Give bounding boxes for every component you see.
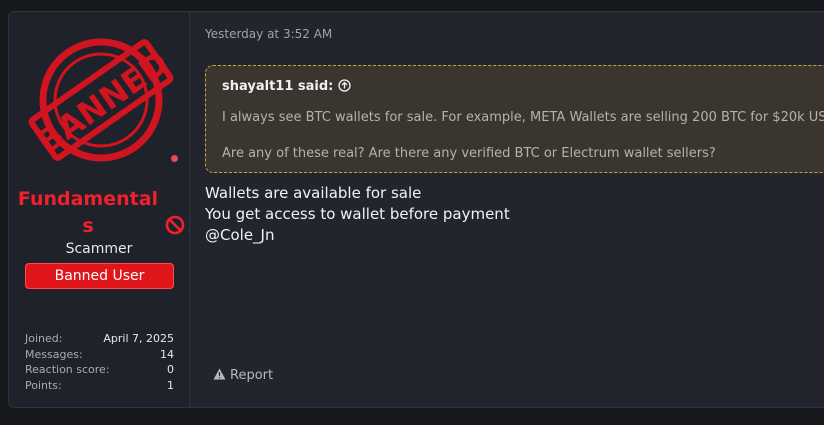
user-banner: Banned User — [25, 263, 174, 289]
stat-value[interactable]: 1 — [167, 378, 174, 394]
post-body-line: You get access to wallet before payment — [205, 205, 510, 223]
username-text: Fundamentals — [17, 188, 159, 237]
user-stats: Joined: April 7, 2025 Messages: 14 React… — [25, 331, 174, 393]
user-title: Scammer — [65, 241, 133, 257]
forum-post: BANNED Fundamentals Scammer Banned User … — [8, 11, 824, 408]
banned-stamp-icon: BANNED — [28, 38, 176, 162]
post-body-line: Wallets are available for sale — [205, 184, 422, 202]
stat-label: Points: — [25, 378, 62, 392]
stat-row-messages: Messages: 14 — [25, 347, 174, 363]
stat-label: Reaction score: — [25, 363, 110, 376]
stat-label: Joined: — [25, 332, 63, 345]
avatar-stamp-text: BANNED — [30, 44, 175, 162]
user-sidebar: BANNED Fundamentals Scammer Banned User … — [9, 12, 190, 407]
quote-header[interactable]: shayalt11 said: — [222, 79, 352, 96]
quote-author: shayalt11 said: — [222, 79, 334, 94]
quote-text-line: Are any of these real? Are there any ver… — [222, 146, 716, 161]
warning-icon — [213, 368, 226, 384]
avatar[interactable]: BANNED — [25, 26, 176, 176]
stat-row-points: Points: 1 — [25, 378, 174, 394]
stat-row-reaction-score: Reaction score: 0 — [25, 362, 174, 378]
ban-icon — [165, 215, 185, 243]
report-button[interactable]: Report — [213, 368, 273, 384]
online-status-dot — [171, 155, 178, 162]
mention-link[interactable]: @Cole_Jn — [205, 225, 510, 246]
stat-row-joined: Joined: April 7, 2025 — [25, 331, 174, 347]
post-content: Yesterday at 3:52 AM shayalt11 said: I a… — [205, 12, 824, 407]
report-label: Report — [230, 368, 274, 383]
username[interactable]: Fundamentals — [9, 186, 189, 243]
stat-value: 0 — [167, 363, 174, 376]
quote-block: shayalt11 said: I always see BTC wallets… — [205, 65, 824, 173]
stat-value: April 7, 2025 — [103, 332, 174, 345]
quote-text-line: I always see BTC wallets for sale. For e… — [222, 110, 824, 125]
arrow-up-circle-icon[interactable] — [338, 79, 352, 96]
post-body: Wallets are available for sale You get a… — [205, 183, 510, 246]
stat-value[interactable]: 14 — [160, 347, 174, 363]
stat-label: Messages: — [25, 347, 83, 361]
post-date[interactable]: Yesterday at 3:52 AM — [205, 27, 332, 41]
